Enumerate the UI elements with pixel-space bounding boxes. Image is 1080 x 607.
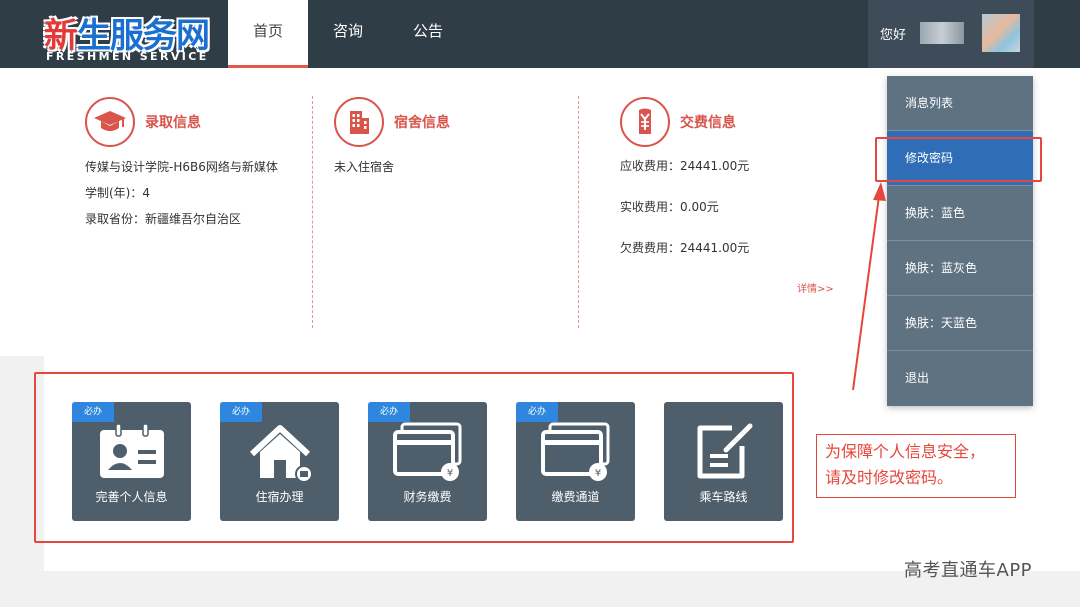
logo-subtitle: FRESHMEN SERVICE [46, 50, 209, 63]
fee-detail-link[interactable]: 详情>> [797, 280, 834, 295]
site-logo[interactable]: 新生服务网 FRESHMEN SERVICE [40, 6, 228, 66]
user-dropdown-menu: 消息列表 修改密码 换肤：蓝色 换肤：蓝灰色 换肤：天蓝色 退出 [887, 76, 1033, 406]
fee-title: 交费信息 [680, 115, 736, 131]
tile-label: 乘车路线 [699, 490, 748, 504]
building-icon [334, 97, 384, 147]
admission-province: 录取省份：新疆维吾尔自治区 [85, 212, 242, 226]
svg-text:¥: ¥ [447, 468, 453, 479]
required-badge: 必办 [368, 402, 410, 422]
card-yuan-icon: ¥ [541, 422, 610, 481]
required-badge: 必办 [220, 402, 262, 422]
tile-bus-route[interactable]: 乘车路线 [664, 402, 783, 521]
nav-announcement[interactable]: 公告 [388, 0, 468, 68]
nav-consult[interactable]: 咨询 [308, 0, 388, 68]
user-menu-trigger[interactable]: 您好 [868, 0, 1034, 68]
admission-title: 录取信息 [145, 115, 201, 131]
fee-received: 实收费用：0.00元 [620, 200, 719, 214]
tile-accommodation[interactable]: 必办 住宿办理 [220, 402, 339, 521]
yuan-sign-icon [620, 97, 670, 147]
column-divider [578, 96, 579, 328]
menu-item-messages[interactable]: 消息列表 [887, 76, 1033, 131]
house-icon [249, 425, 313, 483]
fee-receivable: 应收费用：24441.00元 [620, 159, 750, 173]
graduation-cap-icon [85, 97, 135, 147]
fee-info-section: 交费信息 应收费用：24441.00元 实收费用：0.00元 欠费费用：2444… [620, 96, 820, 296]
admission-duration: 学制(年)：4 [85, 186, 150, 200]
user-name-redacted [920, 22, 964, 44]
tile-label: 住宿办理 [255, 490, 304, 504]
column-divider [312, 96, 313, 328]
notice-line-1: 为保障个人信息安全， [825, 442, 986, 461]
change-password-highlight-box [875, 137, 1042, 182]
security-notice: 为保障个人信息安全， 请及时修改密码。 [816, 434, 1016, 498]
notice-line-2: 请及时修改密码。 [825, 468, 954, 487]
id-card-icon [100, 423, 164, 478]
card-yuan-icon: ¥ [393, 422, 462, 481]
tile-payment-channel[interactable]: 必办 ¥ 缴费通道 [516, 402, 635, 521]
dorm-status: 未入住宿舍 [334, 160, 395, 174]
main-nav: 首页 咨询 公告 [228, 0, 468, 68]
menu-item-logout[interactable]: 退出 [887, 351, 1033, 406]
menu-item-skin-sky-blue[interactable]: 换肤：天蓝色 [887, 296, 1033, 351]
tile-label: 缴费通道 [551, 490, 600, 504]
nav-home[interactable]: 首页 [228, 0, 308, 68]
tile-label: 完善个人信息 [95, 490, 168, 504]
dorm-title: 宿舍信息 [394, 115, 450, 131]
tile-label: 财务缴费 [403, 490, 452, 504]
tile-finance-payment[interactable]: 必办 ¥ 财务缴费 [368, 402, 487, 521]
menu-item-skin-blue[interactable]: 换肤：蓝色 [887, 186, 1033, 241]
admission-info-section: 录取信息 传媒与设计学院-H6B6网络与新媒体 学制(年)：4 录取省份：新疆维… [85, 96, 278, 227]
dorm-info-section: 宿舍信息 未入住宿舍 [334, 96, 450, 175]
tile-complete-profile[interactable]: 必办 完善个人信息 [72, 402, 191, 521]
menu-item-skin-blue-gray[interactable]: 换肤：蓝灰色 [887, 241, 1033, 296]
avatar[interactable] [982, 14, 1020, 52]
edit-document-icon [697, 423, 753, 479]
required-badge: 必办 [72, 402, 114, 422]
required-badge: 必办 [516, 402, 558, 422]
top-navigation-bar: 新生服务网 FRESHMEN SERVICE 首页 咨询 公告 您好 [0, 0, 1080, 68]
svg-text:¥: ¥ [595, 468, 601, 479]
fee-outstanding: 欠费费用：24441.00元 [620, 241, 750, 255]
admission-major: 传媒与设计学院-H6B6网络与新媒体 [85, 160, 278, 174]
watermark-text: 高考直通车APP [904, 560, 1033, 581]
user-greeting: 您好 [880, 28, 907, 43]
